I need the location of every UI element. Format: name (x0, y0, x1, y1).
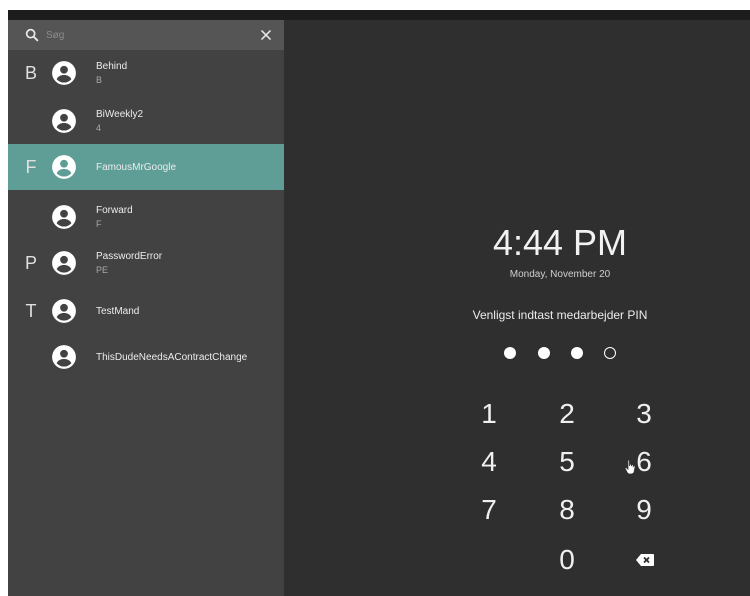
user-initials: 4 (96, 123, 102, 133)
keypad-key-1[interactable]: 1 (464, 394, 514, 434)
account-circle-icon (51, 108, 77, 134)
search-input[interactable] (46, 25, 246, 45)
pin-login-panel: 4:44 PM Monday, November 20 Venligst ind… (284, 20, 750, 596)
user-list-item[interactable]: BiWeekly2 4 (8, 98, 284, 144)
user-initials: B (96, 75, 103, 85)
account-circle-icon (51, 60, 77, 86)
keypad-key-8[interactable]: 8 (542, 490, 592, 530)
keypad-key-4[interactable]: 4 (464, 442, 514, 482)
clock-date: Monday, November 20 (509, 269, 611, 280)
user-name: Behind (96, 61, 128, 72)
search-icon (25, 28, 39, 42)
keypad-key-3[interactable]: 3 (619, 394, 669, 434)
user-name: FamousMrGoogle (96, 162, 177, 173)
section-letter: T (25, 301, 37, 321)
pin-dot-filled (571, 347, 583, 359)
user-list-item[interactable]: P PasswordError PE (8, 240, 284, 286)
clock-time: 4:44 PM (492, 222, 628, 263)
account-circle-icon (51, 204, 77, 230)
backspace-icon[interactable] (635, 553, 655, 567)
pin-dot-empty (604, 347, 616, 359)
account-circle-icon (51, 250, 77, 276)
top-bar (8, 10, 750, 20)
account-circle-icon (51, 298, 77, 324)
keypad-key-7[interactable]: 7 (464, 490, 514, 530)
keypad-key-0[interactable]: 0 (542, 540, 592, 580)
user-name: BiWeekly2 (96, 109, 144, 120)
user-initials: F (96, 219, 102, 229)
account-circle-icon (51, 154, 77, 180)
search-bar (8, 20, 284, 50)
user-list-item[interactable]: T TestMand (8, 288, 284, 334)
section-letter (22, 98, 40, 144)
section-letter: B (24, 63, 37, 83)
hand-cursor-icon (624, 459, 636, 475)
keypad-key-9[interactable]: 9 (619, 490, 669, 530)
section-letter: P (24, 253, 37, 273)
user-list-item[interactable]: Forward F (8, 194, 284, 240)
app-window: B Behind B BiWeekly2 4 F FamousMrGoogle Forward… (8, 10, 750, 596)
user-name: PasswordError (96, 251, 163, 262)
keypad-key-5[interactable]: 5 (542, 442, 592, 482)
close-icon[interactable] (259, 28, 273, 42)
section-letter: F (25, 157, 37, 177)
section-letter (22, 334, 40, 380)
user-list-item[interactable]: F FamousMrGoogle (8, 144, 284, 190)
user-list-panel: B Behind B BiWeekly2 4 F FamousMrGoogle Forward… (8, 20, 284, 596)
account-circle-icon (51, 344, 77, 370)
user-initials: PE (96, 265, 109, 275)
user-name: Forward (96, 205, 133, 216)
section-letter (22, 194, 40, 240)
pin-dot-filled (538, 347, 550, 359)
user-list-item[interactable]: ThisDudeNeedsAContractChange (8, 334, 284, 380)
user-list-item[interactable]: B Behind B (8, 50, 284, 96)
user-name: TestMand (96, 306, 140, 317)
keypad-key-2[interactable]: 2 (542, 394, 592, 434)
pin-prompt: Venligst indtast medarbejder PIN (472, 308, 648, 322)
user-name: ThisDudeNeedsAContractChange (96, 352, 248, 363)
pin-dot-filled (504, 347, 516, 359)
